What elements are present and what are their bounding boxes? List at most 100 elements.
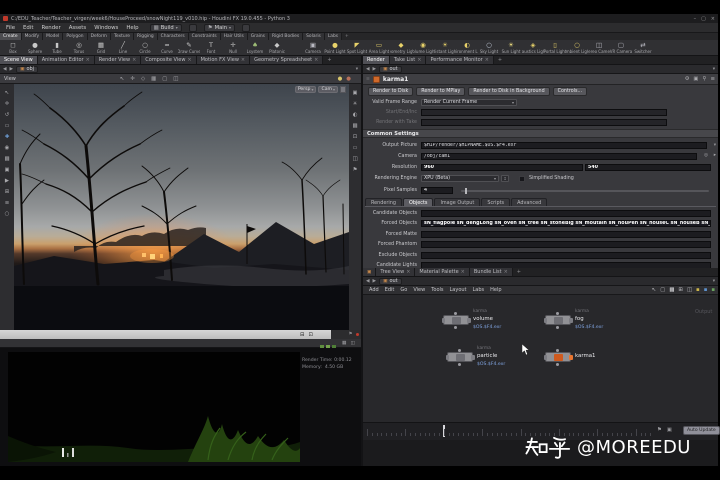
shelf-tool-caustics-light[interactable]: ◈Caustics Light — [522, 40, 544, 55]
node-output[interactable] — [556, 326, 559, 329]
wireframe-toggle-icon[interactable]: ▦ — [352, 123, 357, 129]
node-render-flag[interactable] — [467, 318, 471, 324]
menu-render[interactable]: Render — [37, 25, 64, 31]
display-flags-icon[interactable]: ▪ — [711, 287, 715, 293]
shelf-tab-create[interactable]: Create — [0, 33, 22, 40]
shelf-tool-environment-light[interactable]: ◐Environment Light — [456, 40, 478, 55]
shelf-tab-hair-utils[interactable]: Hair Utils — [221, 33, 248, 40]
menu-icon[interactable]: ≡ — [710, 76, 715, 82]
simplified-shading-checkbox[interactable] — [519, 176, 525, 182]
candidate-objects-field[interactable] — [421, 210, 711, 217]
move-handles-icon[interactable]: ✛ — [130, 76, 135, 82]
shelf-tool-spot-light[interactable]: ◤Spot Light — [346, 40, 368, 55]
context-breadcrumb[interactable]: ▣ out — [379, 278, 402, 285]
node-bypass-flag[interactable] — [442, 318, 446, 324]
select-tool-icon[interactable]: ↖ — [5, 90, 10, 96]
menu-windows[interactable]: Windows — [90, 25, 122, 31]
shelf-tool-lsystem[interactable]: ♠Lsystem — [244, 40, 266, 55]
shelf-tool-box[interactable]: ◻Box — [2, 40, 24, 55]
camera-view-button[interactable]: Cam▾ — [318, 86, 338, 93]
tab-scene-view[interactable]: Scene View — [0, 56, 38, 64]
shelf-tool-tube[interactable]: ▮Tube — [46, 40, 68, 55]
section-header[interactable]: Common Settings — [363, 129, 718, 138]
tab-motion-fx-view[interactable]: Motion FX View× — [197, 56, 251, 64]
new-tab-button[interactable]: + — [513, 268, 525, 276]
mirror-view-icon[interactable]: ◫ — [352, 156, 357, 162]
back-icon[interactable]: ◀ — [3, 67, 7, 72]
param-tab-objects[interactable]: Objects — [403, 198, 433, 206]
shelf-tool-switcher[interactable]: ⇄Switcher — [632, 40, 654, 55]
pointer-icon[interactable]: ↖ — [652, 287, 657, 293]
tab-tree-view[interactable]: Tree View× — [376, 268, 415, 276]
shelf-tool-sphere[interactable]: ●Sphere — [24, 40, 46, 55]
select-arrow-icon[interactable]: ↖ — [120, 76, 125, 82]
shelf-tool-null[interactable]: ✛Null — [222, 40, 244, 55]
rotate-tool-icon[interactable]: ↺ — [5, 112, 10, 118]
camera-lock-icon[interactable]: ▣ — [352, 90, 357, 96]
network-menu-view[interactable]: View — [410, 287, 428, 293]
tab-animation-editor[interactable]: Animation Editor× — [38, 56, 95, 64]
button-render-to-mplay[interactable]: Render to MPlay — [416, 87, 465, 96]
context-breadcrumb[interactable]: ▣ obj — [16, 66, 38, 73]
shading-mode-icon[interactable]: ◐ — [353, 112, 358, 118]
close-icon[interactable]: × — [485, 57, 489, 63]
forward-icon[interactable]: ▶ — [10, 67, 14, 72]
flag-icon[interactable]: ⚑ — [657, 427, 662, 433]
network-menu-help[interactable]: Help — [487, 287, 504, 293]
forward-icon[interactable]: ▶ — [373, 67, 377, 72]
pixel-samples-field[interactable]: 4 — [421, 187, 453, 194]
flag-icon[interactable]: ⚑ — [348, 332, 352, 337]
palette-icon[interactable]: ▪ — [696, 287, 700, 293]
shelf-tool-vr-camera[interactable]: ▢VR Camera — [610, 40, 632, 55]
auto-update-button[interactable]: Auto Update — [683, 426, 720, 435]
node-input[interactable] — [458, 349, 461, 352]
shelf-tab-solaris[interactable]: Solaris — [303, 33, 325, 40]
resolution-x-field[interactable]: 960 — [421, 164, 583, 171]
output-picture-field[interactable]: $HIP/render/$HIPNAME.$OS.$F4.exr — [421, 142, 707, 149]
node-output[interactable] — [458, 363, 461, 366]
tab-material-palette[interactable]: Material Palette× — [415, 268, 469, 276]
select-box-icon[interactable]: ▢ — [660, 287, 665, 293]
frame-selected-icon[interactable]: ◇ — [141, 76, 145, 82]
shelf-tab-grains[interactable]: Grains — [248, 33, 269, 40]
compare-icon[interactable]: ⊡ — [309, 332, 314, 338]
tab-render[interactable]: Render — [363, 56, 390, 64]
forced-matte-field[interactable] — [421, 231, 711, 238]
close-icon[interactable]: × — [417, 57, 421, 63]
snapshot-icon[interactable]: ⊡ — [353, 134, 358, 140]
close-icon[interactable]: × — [504, 269, 508, 275]
measure-icon[interactable]: ▭ — [352, 145, 357, 151]
split-view-icon[interactable]: ◫ — [350, 341, 355, 346]
node-chooser-icon[interactable]: ◎ — [704, 153, 708, 158]
shelf-tool-torus[interactable]: ◎Torus — [68, 40, 90, 55]
valid-frame-range-select[interactable]: Render Current Frame ▾ — [421, 99, 517, 106]
shelf-tool-circle[interactable]: ○Circle — [134, 40, 156, 55]
node-output[interactable] — [454, 326, 457, 329]
pixel-samples-slider[interactable] — [461, 190, 709, 192]
close-button[interactable]: × — [711, 16, 715, 22]
node-bypass-flag[interactable] — [544, 318, 548, 324]
view-tool-icon[interactable]: ◉ — [5, 145, 10, 151]
shelf-tool-sky-light[interactable]: ○Sky Light — [478, 40, 500, 55]
shelf-tab-rigging[interactable]: Rigging — [134, 33, 158, 40]
shelf-tab-texture[interactable]: Texture — [111, 33, 134, 40]
menu-help[interactable]: Help — [122, 25, 142, 31]
tab-composite-view[interactable]: Composite View× — [141, 56, 196, 64]
node-render-flag[interactable] — [471, 355, 475, 361]
param-tab-scripts[interactable]: Scripts — [481, 198, 510, 206]
network-menu-labs[interactable]: Labs — [470, 287, 488, 293]
close-icon[interactable]: × — [461, 269, 465, 275]
shelf-tab-deform[interactable]: Deform — [88, 33, 111, 40]
tab-network-icon[interactable]: ▣ — [363, 268, 376, 276]
camera-field[interactable]: /obj/cam1 — [421, 153, 697, 160]
shelf-tool-platonic[interactable]: ◆Platonic — [266, 40, 288, 55]
viewport-scene[interactable]: Persp▾ Cam▾ — [14, 84, 349, 330]
frame-all-icon[interactable]: ⊞ — [678, 287, 683, 293]
pose-tool-icon[interactable]: ✚ — [5, 134, 10, 140]
node-render-flag[interactable] — [569, 355, 573, 361]
node-input[interactable] — [556, 349, 559, 352]
network-menu-go[interactable]: Go — [397, 287, 410, 293]
expand-icon[interactable]: ▸ — [714, 153, 716, 158]
camera-icon[interactable]: ▣ — [667, 427, 672, 433]
chevron-down-icon[interactable]: ▾ — [714, 143, 716, 148]
